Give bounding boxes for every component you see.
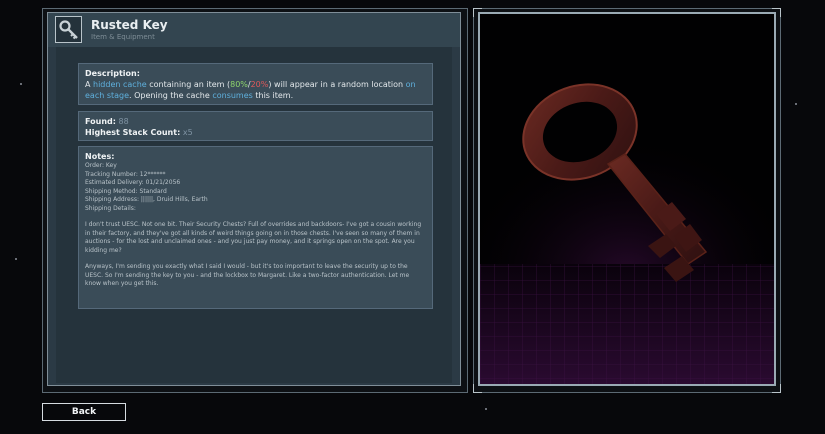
item-header: Rusted Key Item & Equipment bbox=[48, 13, 460, 47]
notes-line: Order: Key bbox=[85, 162, 117, 169]
found-label: Found: bbox=[85, 117, 116, 126]
back-button[interactable]: Back bbox=[42, 403, 126, 421]
key-icon bbox=[55, 16, 82, 43]
notes-paragraph: I don't trust UESC. Not one bit. Their S… bbox=[85, 221, 422, 254]
notes-line: Tracking Number: 12****** bbox=[85, 170, 166, 178]
item-title: Rusted Key bbox=[91, 18, 168, 32]
viewer-corner bbox=[772, 8, 781, 17]
notes-line: Estimated Delivery: 01/21/2056 bbox=[85, 179, 181, 186]
description-label: Description: bbox=[85, 69, 140, 78]
rusted-key-model bbox=[480, 14, 774, 384]
notes-line: Shipping Address: ||||||, Druid Hills, E… bbox=[85, 196, 208, 203]
notes-box: Notes: Order: Key Tracking Number: 12***… bbox=[78, 146, 433, 309]
notes-paragraph: Anyways, I'm sending you exactly what I … bbox=[85, 263, 410, 287]
found-value: 88 bbox=[118, 117, 129, 126]
viewer-corner bbox=[772, 384, 781, 393]
background-star bbox=[795, 103, 797, 105]
description-box: Description: A hidden cache containing a… bbox=[78, 63, 433, 105]
item-info-panel: Rusted Key Item & Equipment Description:… bbox=[47, 12, 461, 386]
item-subtitle: Item & Equipment bbox=[91, 33, 155, 41]
viewer-corner bbox=[473, 384, 482, 393]
stack-count-value: x5 bbox=[182, 128, 193, 137]
item-model-viewer[interactable] bbox=[478, 12, 776, 386]
background-star bbox=[485, 408, 487, 410]
notes-label: Notes: bbox=[85, 152, 115, 161]
stack-count-label: Highest Stack Count: bbox=[85, 128, 181, 137]
stats-box: Found: 88 Highest Stack Count: x5 bbox=[78, 111, 433, 141]
background-star bbox=[15, 258, 17, 260]
notes-line: Shipping Method: Standard bbox=[85, 187, 167, 195]
item-details: Description: A hidden cache containing a… bbox=[56, 47, 452, 383]
notes-line: Shipping Details: bbox=[85, 204, 136, 212]
background-star bbox=[20, 83, 22, 85]
description-text: A hidden cache containing an item (80%/2… bbox=[85, 80, 416, 100]
viewer-corner bbox=[473, 8, 482, 17]
